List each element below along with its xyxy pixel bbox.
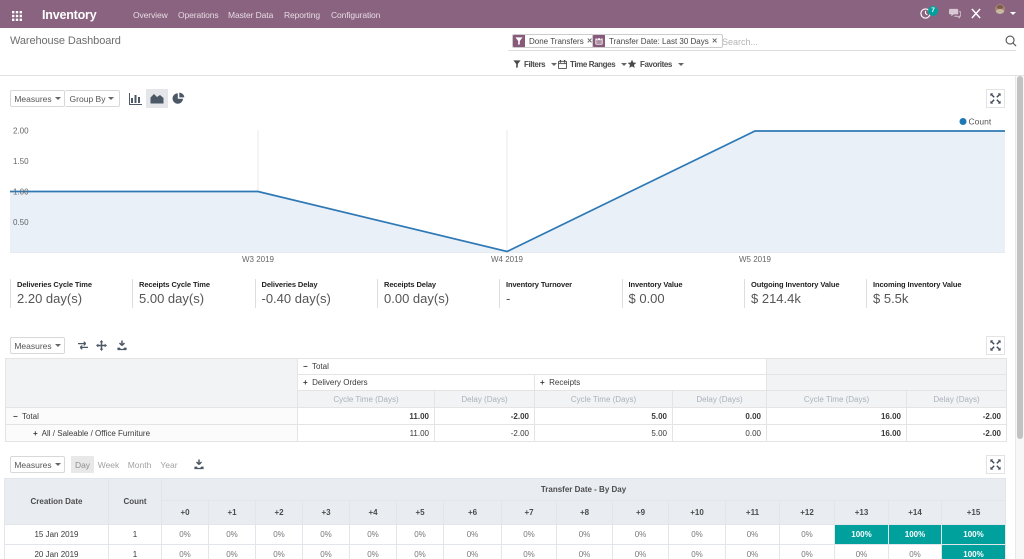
svg-text:W5 2019: W5 2019: [739, 255, 772, 264]
svg-text:2.00: 2.00: [13, 127, 29, 136]
svg-text:1.50: 1.50: [13, 157, 29, 166]
svg-text:1.00: 1.00: [13, 188, 29, 197]
svg-text:W3 2019: W3 2019: [242, 255, 275, 264]
svg-text:Count: Count: [969, 117, 992, 127]
svg-text:0.50: 0.50: [13, 218, 29, 227]
svg-text:W4 2019: W4 2019: [491, 255, 524, 264]
